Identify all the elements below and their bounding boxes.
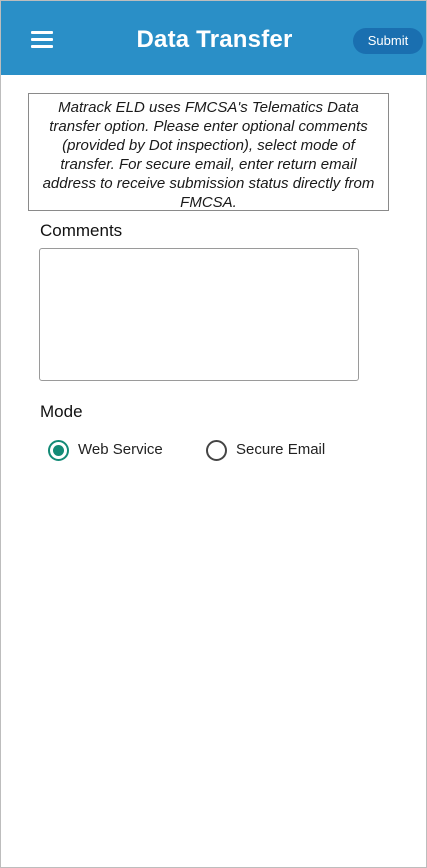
- mode-label: Mode: [40, 402, 83, 421]
- comments-label: Comments: [40, 221, 123, 240]
- radio-checked-icon[interactable]: [48, 439, 69, 461]
- comments-input[interactable]: [39, 248, 359, 381]
- secure-email-radio-option[interactable]: Secure Email: [206, 438, 325, 462]
- web-service-label: Web Service: [78, 441, 163, 458]
- web-service-radio-option[interactable]: Web Service: [48, 438, 163, 462]
- secure-email-label: Secure Email: [236, 441, 326, 458]
- radio-unchecked-icon[interactable]: [206, 439, 227, 461]
- info-text: Matrack ELD uses FMCSA's Telematics Data…: [42, 99, 375, 211]
- data-transfer-screen: Data Transfer Submit Matrack ELD uses FM…: [0, 0, 427, 868]
- submit-button[interactable]: Submit: [353, 28, 423, 54]
- app-bar: Data Transfer Submit: [1, 1, 426, 75]
- info-box: Matrack ELD uses FMCSA's Telematics Data…: [28, 93, 389, 211]
